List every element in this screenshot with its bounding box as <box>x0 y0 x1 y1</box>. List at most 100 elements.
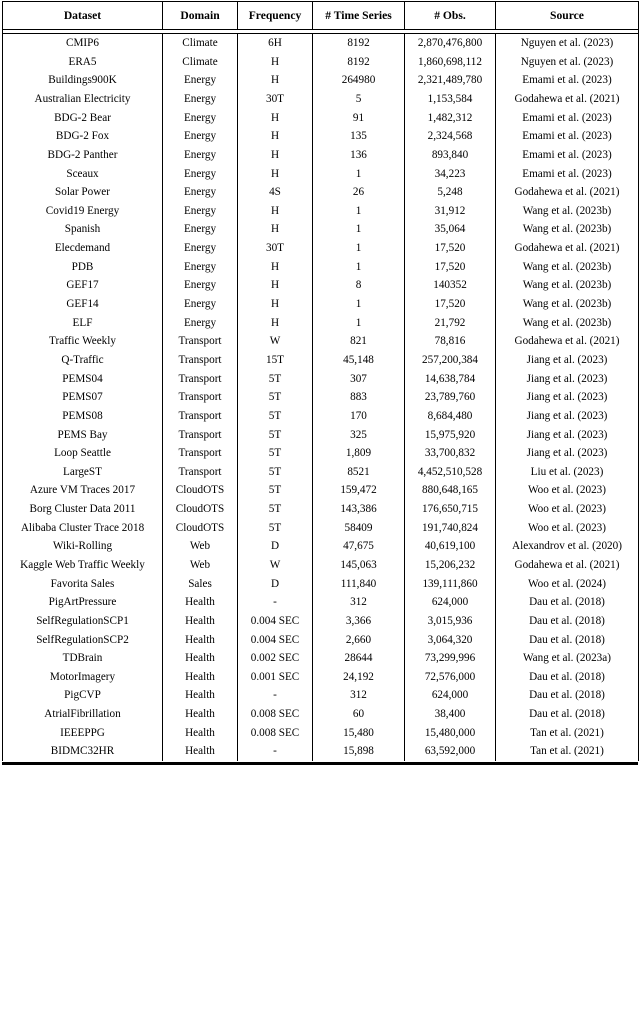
cell-dataset: Sceaux <box>2 164 163 184</box>
cell-dataset: Elecdemand <box>2 239 163 258</box>
cell-dataset: BDG-2 Panther <box>2 145 163 165</box>
cell-frequency: 5T <box>237 462 313 482</box>
cell-obs: 191,740,824 <box>404 518 496 538</box>
cell-source: Jiang et al. (2023) <box>526 409 608 422</box>
cell-series: 1 <box>312 239 405 258</box>
cell-domain: Energy <box>162 183 238 202</box>
cell-dataset: BDG-2 Fox <box>2 127 163 146</box>
cell-dataset: Traffic Weekly <box>2 332 163 351</box>
cell-dataset: Alibaba Cluster Trace 2018 <box>2 518 163 538</box>
cell-source: Dau et al. (2018) <box>529 596 605 609</box>
cell-frequency: H <box>237 313 313 333</box>
cell-domain: Energy <box>162 220 238 240</box>
cell-obs: 2,324,568 <box>404 127 496 146</box>
table-row: ERA5 Climate H 8192 1,860,698,112 Nguyen et a… <box>2 52 639 72</box>
cell-dataset: Covid19 Energy <box>2 201 163 221</box>
cell-series: 1 <box>312 257 405 277</box>
cell-obs: 1,482,312 <box>404 108 496 128</box>
cell-source: Wang et al. (2023b) <box>522 298 612 311</box>
table-row: PEMS08 Transport 5T 170 8,684,480 Jiang et al… <box>2 406 639 426</box>
table-row: PEMS07 Transport 5T 883 23,789,760 Jiang et a… <box>2 388 639 407</box>
cell-obs: 176,650,715 <box>404 500 496 519</box>
cell-frequency: 30T <box>237 89 313 109</box>
cell-domain: Energy <box>162 89 238 109</box>
cell-obs: 21,792 <box>404 313 496 333</box>
cell-obs: 31,912 <box>404 201 496 221</box>
cell-series: 145,063 <box>312 555 405 575</box>
cell-frequency: H <box>237 220 313 240</box>
cell-dataset: BIDMC32HR <box>2 742 163 761</box>
cell-series: 28644 <box>312 649 405 668</box>
cell-obs: 17,520 <box>404 257 496 277</box>
cell-obs: 33,700,832 <box>404 444 496 463</box>
cell-source: Wang et al. (2023b) <box>522 204 612 217</box>
cell-obs: 2,870,476,800 <box>404 33 496 53</box>
dataset-table-container: Dataset Domain Frequency # Time Series #… <box>0 0 640 1018</box>
table-row: GEF17 Energy H 8 140352 Wang et al. (2023b) <box>2 276 639 295</box>
cell-obs: 17,520 <box>404 294 496 314</box>
table-row: Australian Electricity Energy 30T 5 1,153,58… <box>2 89 639 109</box>
cell-series: 91 <box>312 108 405 128</box>
cell-domain: Energy <box>162 201 238 221</box>
cell-series: 170 <box>312 406 405 426</box>
cell-domain: CloudOTS <box>162 518 238 538</box>
table-row: PEMS04 Transport 5T 307 14,638,784 Jiang et a… <box>2 369 639 389</box>
table-row: ELF Energy H 1 21,792 Wang et al. (2023b) <box>2 313 639 333</box>
cell-dataset: SelfRegulationSCP2 <box>2 630 163 650</box>
cell-dataset: PigCVP <box>2 686 163 706</box>
cell-series: 1 <box>312 164 405 184</box>
cell-series: 24,192 <box>312 667 405 687</box>
cell-series: 8521 <box>312 462 405 482</box>
cell-domain: Transport <box>162 350 238 370</box>
cell-source: Nguyen et al. (2023) <box>520 55 614 68</box>
cell-series: 2,660 <box>312 630 405 650</box>
table-row: PDB Energy H 1 17,520 Wang et al. (2023b) <box>2 257 639 277</box>
cell-obs: 3,064,320 <box>404 630 496 650</box>
cell-frequency: 5T <box>237 444 313 463</box>
cell-source: Wang et al. (2023b) <box>522 316 612 329</box>
cell-source: Tan et al. (2021) <box>530 745 604 758</box>
cell-source: Jiang et al. (2023) <box>526 353 608 366</box>
cell-obs: 1,153,584 <box>404 89 496 109</box>
cell-domain: Transport <box>162 425 238 445</box>
cell-obs: 257,200,384 <box>404 350 496 370</box>
cell-source: Godahewa et al. (2021) <box>514 242 620 255</box>
cell-source: Woo et al. (2024) <box>527 577 606 590</box>
cell-source: Godahewa et al. (2021) <box>514 558 620 571</box>
cell-source: Tan et al. (2021) <box>530 726 604 739</box>
cell-obs: 139,111,860 <box>404 574 496 594</box>
cell-source: Nguyen et al. (2023) <box>520 37 614 50</box>
cell-domain: Climate <box>162 33 238 53</box>
cell-dataset: PigArtPressure <box>2 593 163 612</box>
cell-source: Emami et al. (2023) <box>522 130 612 143</box>
cell-frequency: 5T <box>237 500 313 519</box>
cell-domain: Health <box>162 667 238 687</box>
cell-frequency: 5T <box>237 388 313 407</box>
cell-source: Jiang et al. (2023) <box>526 372 608 385</box>
cell-domain: Energy <box>162 257 238 277</box>
cell-domain: Health <box>162 705 238 724</box>
cell-source: Wang et al. (2023b) <box>522 260 612 273</box>
cell-frequency: 5T <box>237 369 313 389</box>
cell-domain: Transport <box>162 406 238 426</box>
cell-obs: 73,299,996 <box>404 649 496 668</box>
column-header-obs: # Obs. <box>404 1 496 30</box>
cell-series: 325 <box>312 425 405 445</box>
cell-dataset: SelfRegulationSCP1 <box>2 611 163 631</box>
cell-domain: Climate <box>162 52 238 72</box>
column-header-dataset: Dataset <box>2 1 163 30</box>
cell-dataset: Loop Seattle <box>2 444 163 463</box>
table-row: Traffic Weekly Transport W 821 78,816 Godahew… <box>2 332 639 351</box>
cell-domain: Energy <box>162 313 238 333</box>
cell-frequency: W <box>237 332 313 351</box>
table-row: AtrialFibrillation Health 0.008 SEC 60 38,40… <box>2 705 639 724</box>
cell-dataset: GEF17 <box>2 276 163 295</box>
cell-frequency: 6H <box>237 33 313 53</box>
table-row: Kaggle Web Traffic Weekly Web W 145,063 15,2… <box>2 555 639 575</box>
cell-series: 1,809 <box>312 444 405 463</box>
table-row: MotorImagery Health 0.001 SEC 24,192 72,576,… <box>2 667 639 687</box>
cell-series: 111,840 <box>312 574 405 594</box>
cell-domain: Health <box>162 649 238 668</box>
cell-source: Emami et al. (2023) <box>522 167 612 180</box>
cell-dataset: BDG-2 Bear <box>2 108 163 128</box>
